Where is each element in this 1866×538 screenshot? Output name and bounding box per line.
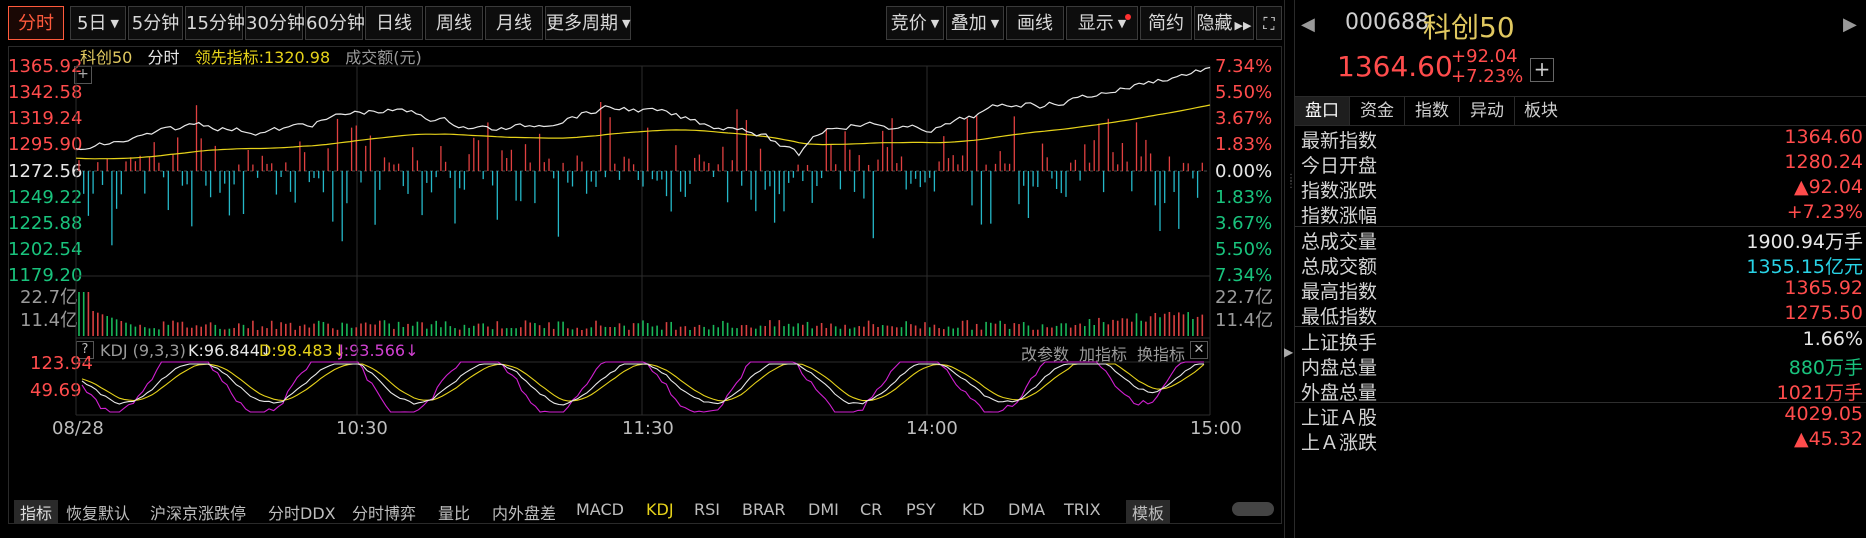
quote-row-label: 今日开盘 [1301,155,1378,177]
quote-row: 指数涨幅 +7.23% [1301,201,1863,227]
quote-row-value: 1364.60 [1784,126,1863,148]
splitter-handle[interactable] [1284,0,1293,538]
quote-row: 上Ａ涨跌 ▲45.32 [1301,428,1863,454]
tab-limit-updown[interactable]: 沪深京涨跌停 [150,500,246,524]
quote-row: 总成交额 1355.15亿元 [1301,252,1863,278]
tab-psy[interactable]: PSY [906,500,936,519]
tab-pankou[interactable]: 盘口 [1295,97,1350,125]
tab-indicator[interactable]: 指标 [14,500,59,524]
tab-ddx[interactable]: 分时DDX [268,500,336,524]
quote-row-value: +7.23% [1786,201,1863,223]
tab-sector[interactable]: 板块 [1515,97,1567,125]
quote-row-label: 外盘总量 [1301,382,1378,404]
panel-tabs: 盘口 资金 指数 异动 板块 [1295,96,1866,126]
quote-row-value: 1280.24 [1784,151,1863,173]
next-arrow-icon[interactable]: ▶ [1843,14,1857,35]
quote-row: 最新指数 1364.60 [1301,126,1863,152]
quote-row-label: 上证换手 [1301,332,1378,354]
quote-row-label: 上证Ａ股 [1301,407,1378,429]
quote-row-label: 最新指数 [1301,130,1378,152]
tab-dmi[interactable]: DMI [808,500,839,519]
quote-row-value: 1021万手 [1776,382,1863,404]
chart-canvas [75,65,1211,416]
tab-dma[interactable]: DMA [1008,500,1045,519]
collapse-arrow-icon[interactable]: ▶ [1284,345,1293,359]
quote-row-label: 最高指数 [1301,281,1378,303]
quote-panel: ◀ ▶ 000688 科创50 1364.60 +92.04 +7.23% + … [1294,0,1866,538]
add-watchlist-icon[interactable]: + [1530,58,1554,82]
quote-row-label: 指数涨幅 [1301,205,1378,227]
x-axis-label: 10:30 [336,418,388,439]
kdj-d-line [81,363,1205,402]
quote-row-label: 总成交量 [1301,231,1378,253]
prev-arrow-icon[interactable]: ◀ [1301,14,1315,35]
quote-row-value: ▲45.32 [1793,428,1863,450]
toggle-switch[interactable] [1232,502,1274,516]
quote-row-label: 最低指数 [1301,306,1378,328]
tab-cr[interactable]: CR [860,500,882,519]
quote-row-label: 内盘总量 [1301,357,1378,379]
x-axis-label: 08/28 [52,418,104,439]
quote-row-label: 总成交额 [1301,256,1378,278]
price-line [75,66,1211,157]
tab-funds[interactable]: 资金 [1350,97,1405,125]
quote-row-value: 880万手 [1788,357,1863,379]
quote-row-value: 1275.50 [1784,302,1863,324]
quote-row-value: 1.66% [1802,328,1863,350]
x-axis-label: 15:00 [1190,418,1242,439]
tab-macd[interactable]: MACD [576,500,624,519]
tab-kd[interactable]: KD [962,500,985,519]
quote-row-value: 1355.15亿元 [1746,256,1863,278]
tab-template[interactable]: 模板 [1126,500,1171,524]
tab-index[interactable]: 指数 [1405,97,1460,125]
tab-volume-ratio[interactable]: 量比 [438,500,470,524]
price-change-pct: +7.23% [1451,66,1524,87]
index-code: 000688 [1345,10,1429,35]
quote-row-value: 1365.92 [1784,277,1863,299]
quote-row: 上证Ａ股 4029.05 [1301,403,1863,429]
kdj-k-line [81,363,1204,406]
x-axis-label: 11:30 [622,418,674,439]
x-axis-label: 14:00 [906,418,958,439]
quote-row: 内盘总量 880万手 [1301,353,1863,379]
tab-trix[interactable]: TRIX [1064,500,1101,519]
tab-brar[interactable]: BRAR [742,500,786,519]
indicator-tab-bar: 指标 恢复默认 沪深京涨跌停 分时DDX 分时博弈 量比 内外盘差 MACD K… [0,500,1282,538]
quote-row: 外盘总量 1021万手 [1301,378,1863,404]
tab-inout-diff[interactable]: 内外盘差 [492,500,556,524]
current-price: 1364.60 [1337,50,1453,83]
quote-row-label: 指数涨跌 [1301,180,1378,202]
quote-row-label: 上Ａ涨跌 [1301,432,1378,454]
quote-row: 指数涨跌 ▲92.04 [1301,176,1863,202]
quote-row: 总成交量 1900.94万手 [1301,227,1863,253]
quote-row: 上证换手 1.66% [1301,328,1863,354]
tab-rsi[interactable]: RSI [694,500,720,519]
quote-row-value: 1900.94万手 [1746,231,1863,253]
index-name: 科创50 [1423,11,1515,44]
quote-row-value: ▲92.04 [1793,176,1863,198]
quote-row: 最高指数 1365.92 [1301,277,1863,303]
quote-row: 今日开盘 1280.24 [1301,151,1863,177]
tab-unusual[interactable]: 异动 [1460,97,1515,125]
price-change: +92.04 [1451,46,1518,67]
quote-row-value: 4029.05 [1784,403,1863,425]
quote-row: 最低指数 1275.50 [1301,302,1863,328]
tab-kdj[interactable]: KDJ [646,500,674,519]
tab-game[interactable]: 分时博弈 [352,500,416,524]
tab-restore-default[interactable]: 恢复默认 [66,500,130,524]
